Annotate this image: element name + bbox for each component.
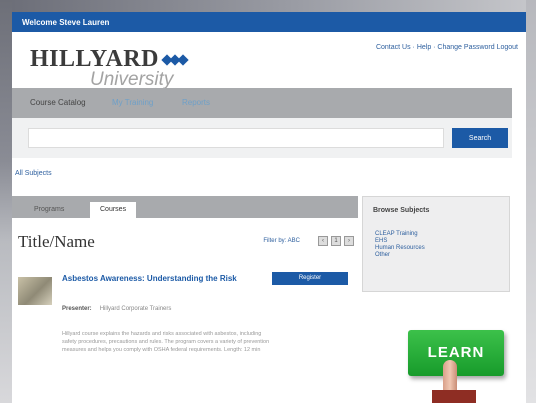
pager: ‹ 1 ›	[318, 236, 354, 246]
subject-link[interactable]: Human Resources	[375, 245, 425, 252]
tab-programs[interactable]: Programs	[24, 202, 74, 218]
course-thumbnail[interactable]	[18, 277, 52, 305]
pager-prev-button[interactable]: ‹	[318, 236, 328, 246]
sleeve-image	[432, 390, 476, 403]
browse-subjects-title: Browse Subjects	[373, 207, 430, 214]
subject-link[interactable]: CLEAP Training	[375, 231, 425, 238]
course-description: Hillyard course explains the hazards and…	[62, 331, 270, 353]
all-subjects-link[interactable]: All Subjects	[15, 170, 52, 177]
hillyard-university-logo[interactable]: HILLYARD University	[30, 46, 189, 91]
tab-course-catalog[interactable]: Course Catalog	[30, 98, 86, 107]
top-links[interactable]: Contact Us · Help · Change Password Logo…	[376, 44, 518, 51]
search-input[interactable]	[28, 128, 444, 148]
tab-courses[interactable]: Courses	[90, 202, 137, 218]
main-tabs: Course Catalog My Training Reports	[12, 88, 512, 118]
filter-by-link[interactable]: Filter by: ABC	[263, 238, 300, 244]
presenter-name: Hillyard Corporate Trainers	[99, 306, 172, 312]
search-area: Search	[12, 118, 512, 158]
search-button[interactable]: Search	[452, 128, 508, 148]
register-button[interactable]: Register	[272, 272, 348, 285]
column-title-name[interactable]: Title/Name	[18, 232, 95, 251]
tab-reports[interactable]: Reports	[182, 98, 210, 107]
subject-link[interactable]: EHS	[375, 238, 425, 245]
list-header: Title/Name Filter by: ABC ‹ 1 ›	[18, 232, 354, 252]
background-photo-left	[0, 0, 12, 403]
background-photo-top	[0, 0, 536, 12]
content-tabs: Programs Courses	[12, 196, 358, 218]
browse-subjects-panel: Browse Subjects CLEAP Training EHS Human…	[362, 196, 510, 292]
presenter-row: Presenter: Hillyard Corporate Trainers	[62, 306, 171, 312]
course-title-link[interactable]: Asbestos Awareness: Understanding the Ri…	[62, 273, 262, 284]
pager-next-button[interactable]: ›	[344, 236, 354, 246]
browse-subjects-list: CLEAP Training EHS Human Resources Other	[375, 231, 425, 259]
background-photo-right	[526, 0, 536, 403]
pager-page-number[interactable]: 1	[331, 236, 341, 246]
presenter-label: Presenter:	[62, 306, 92, 312]
subject-link[interactable]: Other	[375, 252, 425, 259]
logo-diamond-icon	[161, 52, 189, 68]
tab-my-training[interactable]: My Training	[112, 98, 153, 107]
welcome-bar: Welcome Steve Lauren	[12, 12, 526, 32]
